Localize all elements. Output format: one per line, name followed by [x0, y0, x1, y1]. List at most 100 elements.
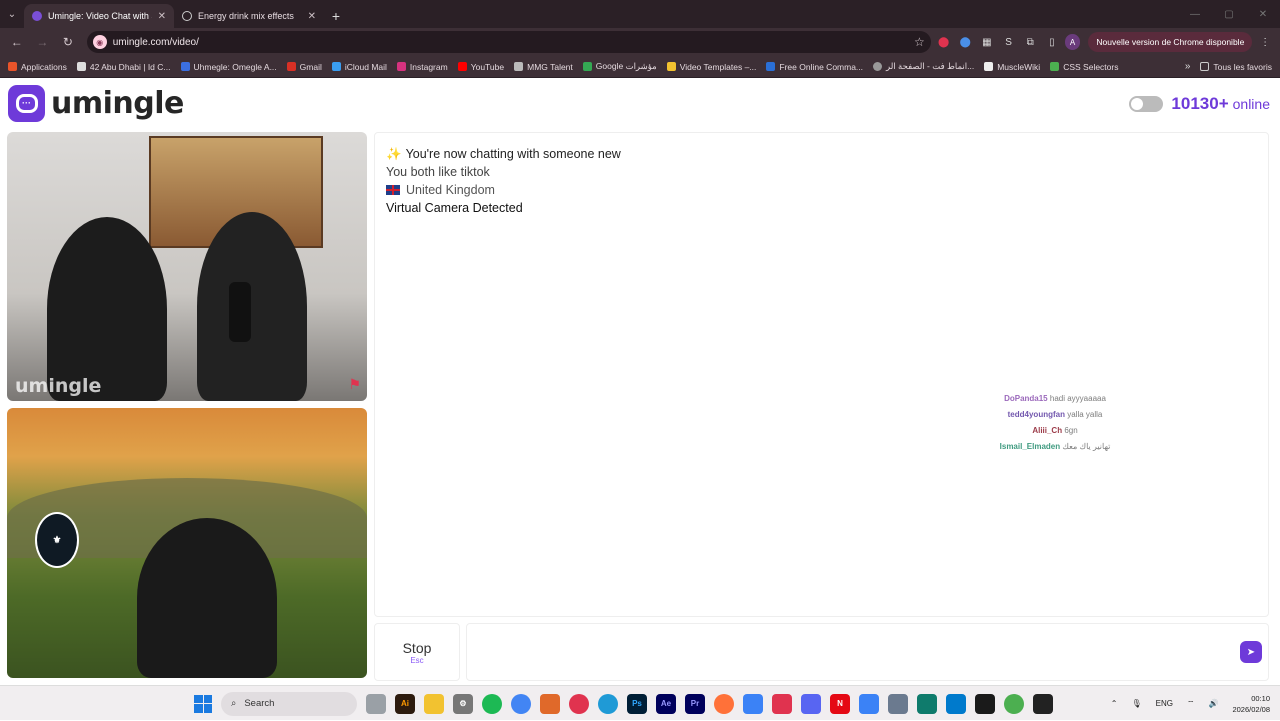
- chat-country-line: United Kingdom: [386, 181, 1257, 199]
- report-flag-icon[interactable]: ⚑: [348, 376, 361, 393]
- close-window-icon[interactable]: ✕: [1246, 0, 1280, 28]
- task-view-icon[interactable]: [366, 693, 386, 714]
- all-bookmarks-folder[interactable]: Tous les favoris: [1200, 62, 1272, 72]
- microphone-icon[interactable]: 🎙: [1131, 699, 1141, 708]
- tab-strip: ⌄ Umingle: Video Chat with S ✕ Energy dr…: [0, 0, 1280, 28]
- tab-title: Umingle: Video Chat with S: [48, 11, 152, 21]
- clock-time: 00:10: [1251, 693, 1270, 703]
- site-info-icon[interactable]: ◉: [92, 35, 107, 49]
- self-person: [137, 518, 277, 678]
- app-teal-icon[interactable]: [917, 693, 937, 714]
- stranger-person-left: [47, 217, 167, 401]
- photoshop-icon[interactable]: Ps: [627, 693, 647, 714]
- extension-red-icon[interactable]: ⬤: [935, 33, 953, 51]
- reload-icon[interactable]: ↻: [57, 31, 79, 53]
- forward-icon[interactable]: →: [32, 31, 54, 53]
- vscode-icon[interactable]: [946, 693, 966, 714]
- browser-toolbar: ← → ↻ ◉ umingle.com/video/ ☆ ⬤ ⬤ ▦ S ⧉ ▯…: [0, 28, 1280, 56]
- windows-start-icon[interactable]: [194, 694, 212, 713]
- video-watermark: umingle: [15, 375, 102, 397]
- uhmegle-icon: [180, 62, 190, 71]
- uk-flag-icon: [386, 185, 400, 195]
- bookmark-42[interactable]: 42 Abu Dhabi | Id C...: [76, 62, 171, 72]
- wifi-icon[interactable]: ⌔: [1187, 699, 1195, 709]
- back-icon[interactable]: ←: [6, 31, 28, 53]
- premiere-icon[interactable]: Pr: [685, 693, 705, 714]
- file-explorer-icon[interactable]: [424, 693, 444, 714]
- edge-icon[interactable]: [598, 693, 618, 714]
- windows-taskbar: ⌕ Search Ai ⚙ Ps Ae Pr N ⌃ 🎙 ENG ⌔ 🔊 00:1…: [0, 685, 1280, 720]
- bookmark-free-online[interactable]: Free Online Comma...: [766, 62, 863, 72]
- firefox-icon[interactable]: [714, 693, 734, 714]
- app-mountain-icon[interactable]: [888, 693, 908, 714]
- clock[interactable]: 00:10 2026/02/08: [1232, 693, 1270, 715]
- chrome-update-button[interactable]: Nouvelle version de Chrome disponible: [1088, 32, 1253, 52]
- stranger-person-right: [197, 212, 307, 401]
- sparkle-icon: ✨: [386, 147, 402, 161]
- bookmark-icloud[interactable]: iCloud Mail: [331, 62, 387, 72]
- musclewiki-icon: [984, 62, 994, 71]
- sidebar-icon[interactable]: ▯: [1043, 33, 1061, 51]
- tray-chevron-icon[interactable]: ⌃: [1111, 699, 1118, 708]
- bookmark-gmail[interactable]: Gmail: [286, 62, 322, 72]
- umingle-page: ··· umingle 10130+ online umingle ⚑ ⚜ ✨ Y…: [0, 79, 1280, 685]
- close-tab-icon[interactable]: ✕: [158, 11, 166, 22]
- tab-umingle[interactable]: Umingle: Video Chat with S ✕: [24, 4, 174, 28]
- close-tab-icon[interactable]: ✕: [308, 11, 316, 22]
- chrome-menu-icon[interactable]: ⋮: [1256, 33, 1274, 51]
- after-effects-icon[interactable]: Ae: [656, 693, 676, 714]
- app-green-icon[interactable]: [1004, 693, 1024, 714]
- bookmark-video-templates[interactable]: Video Templates –...: [666, 62, 756, 72]
- address-bar[interactable]: ◉ umingle.com/video/ ☆: [86, 31, 931, 53]
- opera-icon[interactable]: [569, 693, 589, 714]
- extensions-puzzle-icon[interactable]: ⧉: [1021, 33, 1039, 51]
- tab-title: Energy drink mix effects: [198, 11, 294, 21]
- bookmarks-bar: Applications 42 Abu Dhabi | Id C... Uhme…: [0, 56, 1280, 78]
- settings-gear-icon[interactable]: ⚙: [453, 693, 473, 714]
- app-red-icon[interactable]: [772, 693, 792, 714]
- app-window-icon[interactable]: [743, 693, 763, 714]
- language-indicator[interactable]: ENG: [1156, 699, 1173, 708]
- fl-studio-icon[interactable]: [540, 693, 560, 714]
- minimize-icon[interactable]: —: [1178, 0, 1212, 28]
- bookmark-uhmegle[interactable]: Uhmegle: Omegle A...: [180, 62, 277, 72]
- extension-grid-icon[interactable]: ▦: [978, 33, 996, 51]
- extension-s-icon[interactable]: S: [1000, 33, 1018, 51]
- site-logo[interactable]: ··· umingle: [8, 85, 184, 122]
- bookmark-google-trends[interactable]: Google مؤشرات: [582, 61, 657, 72]
- more-bookmarks-icon[interactable]: »: [1185, 61, 1191, 72]
- bookmark-musclewiki[interactable]: MuscleWiki: [984, 62, 1040, 72]
- taskbar-search[interactable]: ⌕ Search: [221, 691, 357, 716]
- bookmark-applications[interactable]: Applications: [8, 62, 67, 72]
- new-tab-button[interactable]: +: [324, 4, 348, 28]
- app-terminal-icon[interactable]: [1033, 693, 1053, 714]
- netflix-icon[interactable]: N: [830, 693, 850, 714]
- profile-avatar[interactable]: A: [1064, 34, 1081, 50]
- stop-label: Stop: [402, 639, 432, 656]
- discord-icon[interactable]: [801, 693, 821, 714]
- bookmark-arabic[interactable]: انماط فت - الصفحة الر...: [873, 61, 974, 72]
- illustrator-icon[interactable]: Ai: [395, 693, 415, 714]
- bookmark-star-icon[interactable]: ☆: [914, 35, 925, 49]
- tab-energy-drink[interactable]: Energy drink mix effects ✕: [174, 4, 324, 28]
- tab-search-icon[interactable]: ⌄: [0, 0, 24, 28]
- spotify-icon[interactable]: [482, 693, 502, 714]
- chrome-icon[interactable]: [511, 693, 531, 714]
- bookmark-css-selectors[interactable]: CSS Selectors: [1050, 62, 1118, 72]
- app-blue-icon[interactable]: [859, 693, 879, 714]
- app-dark-icon[interactable]: [975, 693, 995, 714]
- online-label: online: [1232, 96, 1270, 112]
- bookmark-instagram[interactable]: Instagram: [396, 62, 448, 72]
- send-icon[interactable]: ➤: [1240, 641, 1262, 663]
- message-input[interactable]: ➤: [466, 623, 1269, 681]
- stop-button[interactable]: Stop Esc: [374, 623, 460, 681]
- overlay-message: Aliii_Ch 6gn: [1032, 426, 1078, 435]
- theme-toggle[interactable]: [1129, 96, 1164, 112]
- extension-blue-icon[interactable]: ⬤: [956, 33, 974, 51]
- overlay-message: tedd4youngfan yalla yalla: [1007, 410, 1103, 419]
- maximize-icon[interactable]: ▢: [1212, 0, 1246, 28]
- window-controls: — ▢ ✕: [1178, 0, 1280, 28]
- volume-icon[interactable]: 🔊: [1208, 699, 1218, 708]
- bookmark-youtube[interactable]: YouTube: [457, 62, 504, 72]
- bookmark-mmg[interactable]: MMG Talent: [514, 62, 573, 72]
